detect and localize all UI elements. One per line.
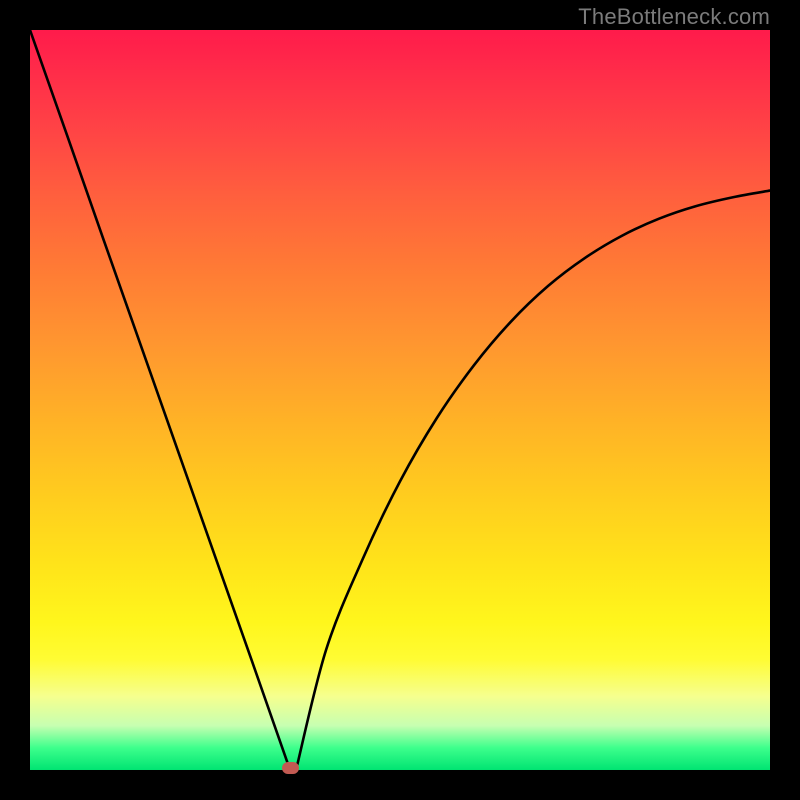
minimum-marker <box>282 762 299 774</box>
watermark-text: TheBottleneck.com <box>578 4 770 30</box>
chart-area <box>30 30 770 770</box>
bottleneck-curve <box>30 30 770 770</box>
chart-line-svg <box>30 30 770 770</box>
